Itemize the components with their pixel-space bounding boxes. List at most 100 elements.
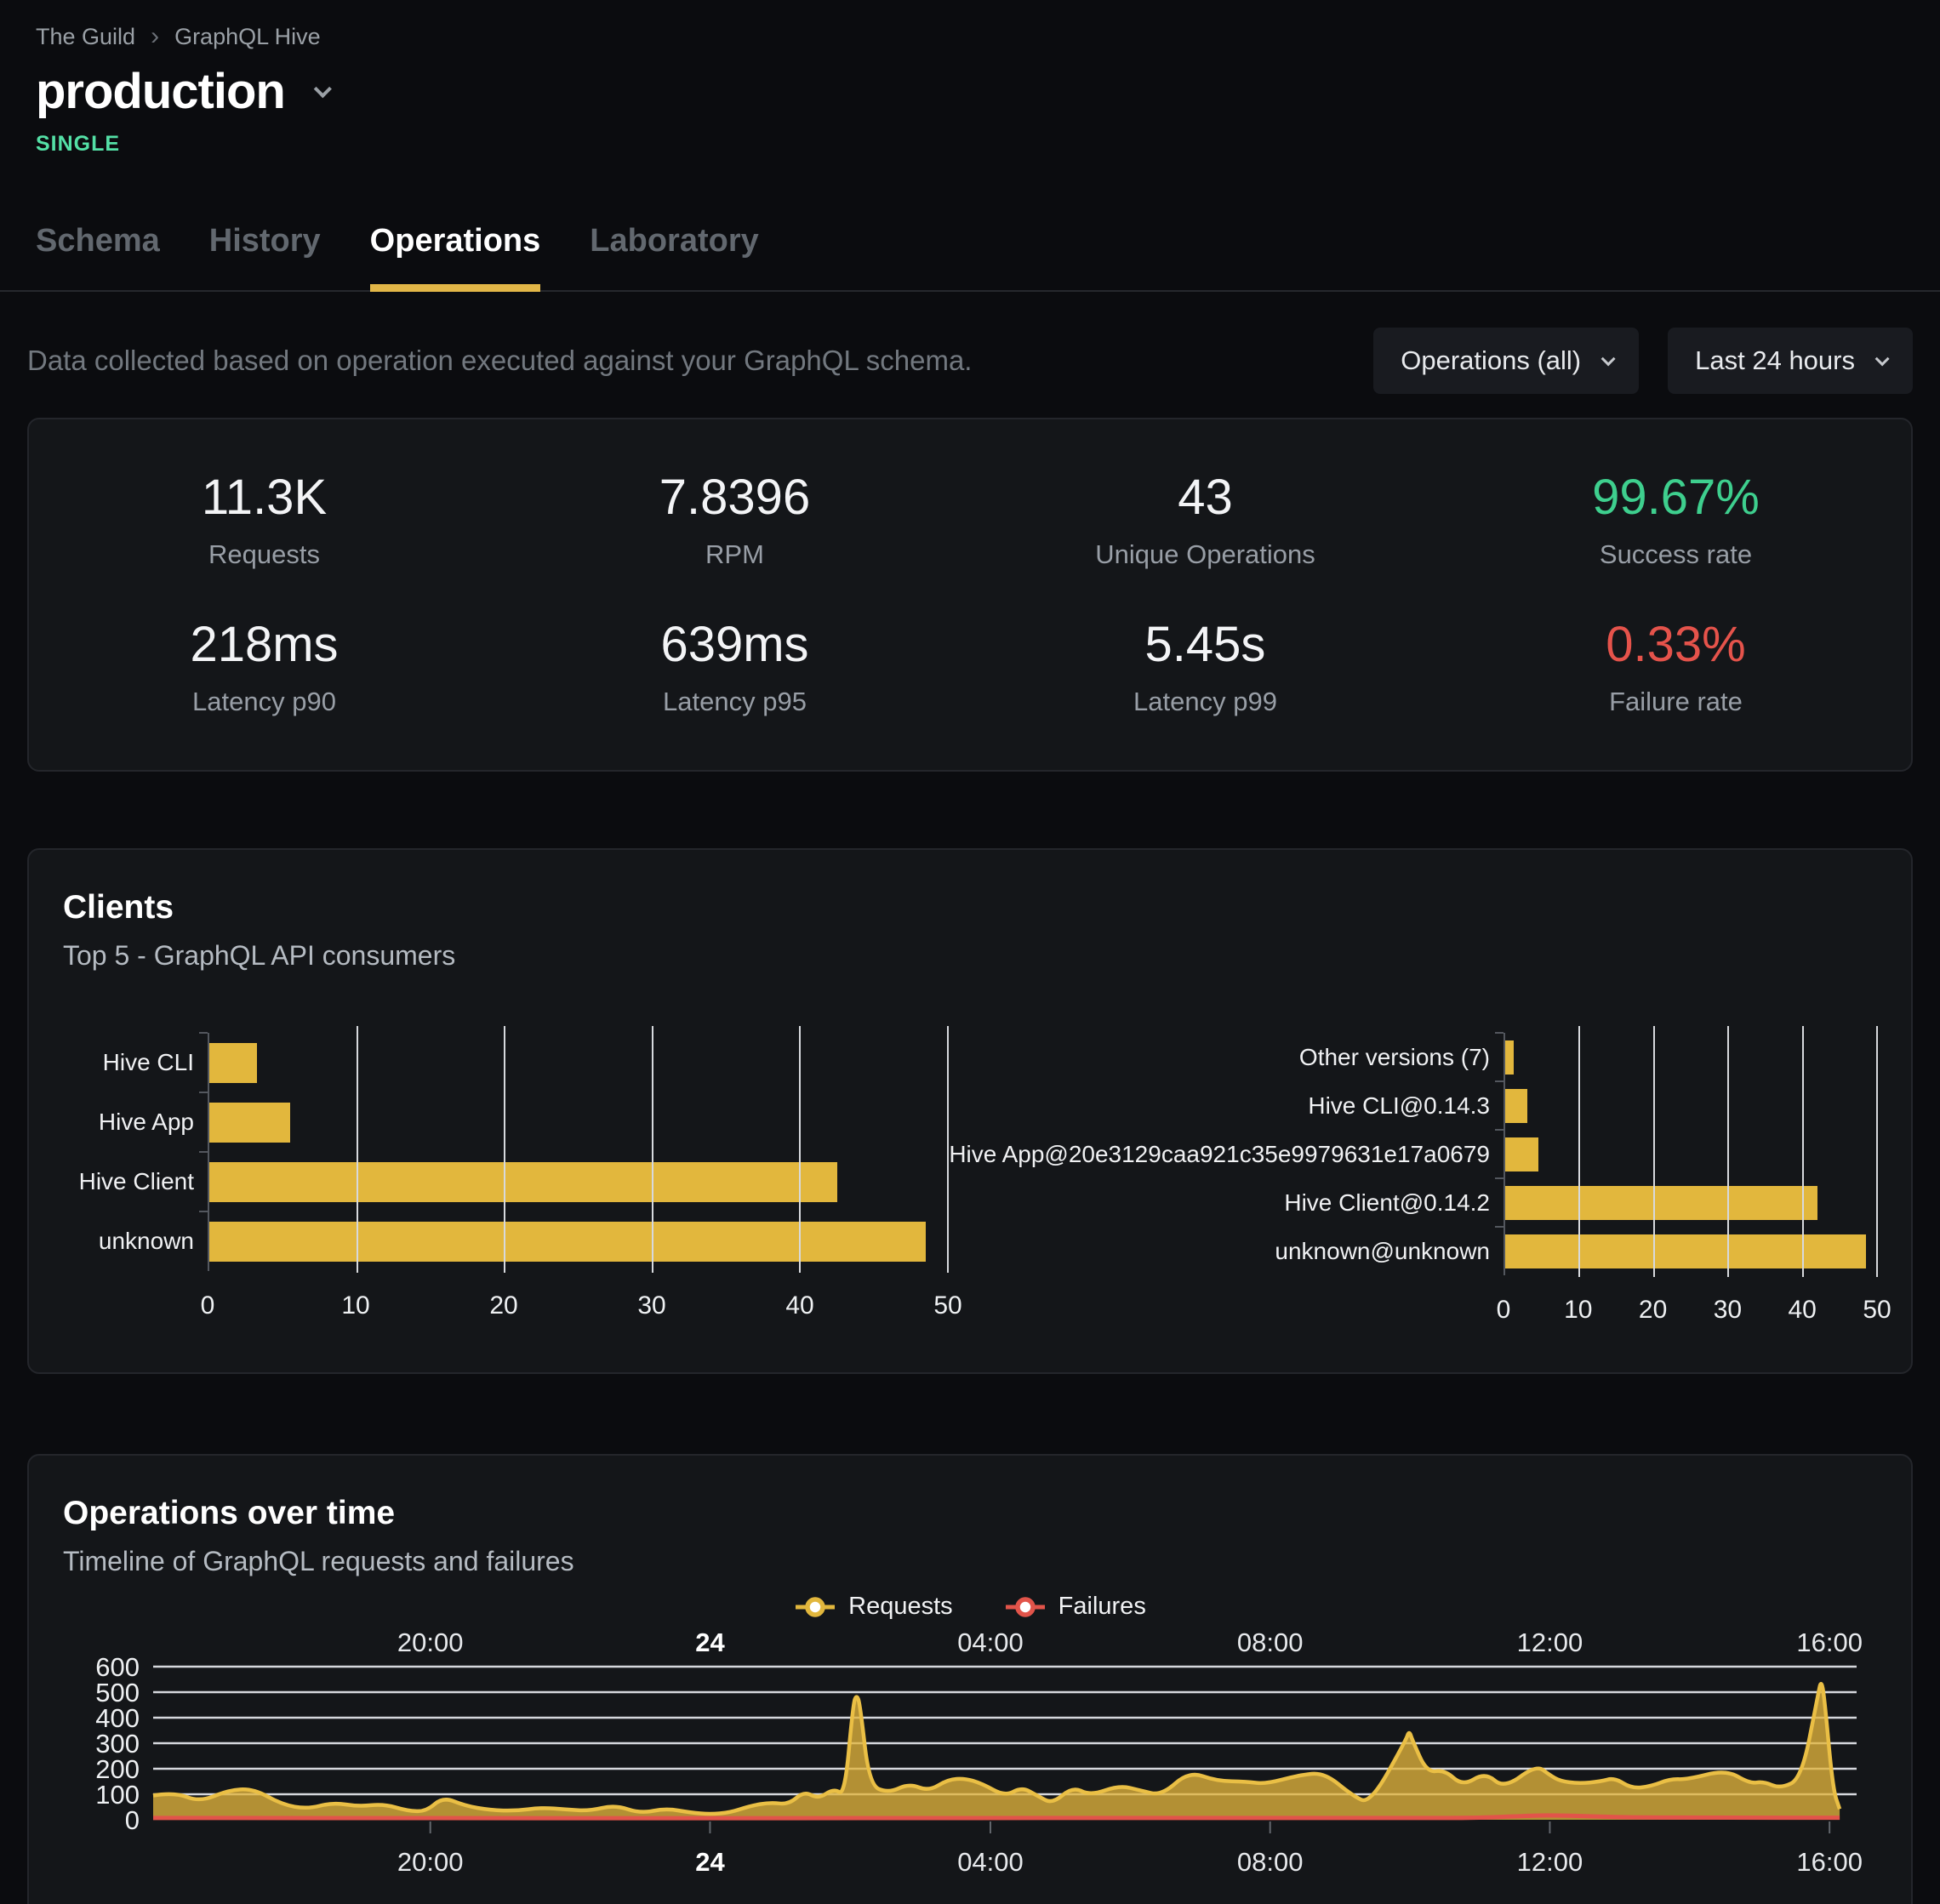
- tab-history[interactable]: History: [209, 223, 321, 290]
- bar-category-label: Hive App: [63, 1092, 194, 1152]
- gridline: [1802, 1026, 1804, 1277]
- clients-subtitle: Top 5 - GraphQL API consumers: [63, 940, 1877, 972]
- gridline: [1727, 1026, 1729, 1277]
- period-filter-dropdown[interactable]: Last 24 hours: [1668, 328, 1913, 394]
- axis-tick-label: 20: [489, 1291, 517, 1320]
- gridline: [504, 1026, 505, 1273]
- breadcrumb-separator-icon: ›: [151, 22, 159, 51]
- axis-tick-label: 10: [341, 1291, 369, 1320]
- x-axis-tick-label: 20:00: [397, 1628, 464, 1657]
- x-axis-tick-label: 08:00: [1237, 1847, 1304, 1877]
- requests-area: [153, 1684, 1840, 1820]
- requests-marker-icon: [794, 1595, 836, 1619]
- gridline: [1876, 1026, 1878, 1277]
- bar-category-label: unknown: [63, 1211, 194, 1271]
- axis-tick: [1495, 1032, 1504, 1034]
- legend-item-failures[interactable]: Failures: [1004, 1593, 1146, 1621]
- x-axis-tick-label: 16:00: [1796, 1847, 1863, 1877]
- breadcrumb-project-link[interactable]: GraphQL Hive: [174, 24, 321, 50]
- tab-bar: Schema History Operations Laboratory: [0, 223, 1940, 292]
- y-axis-tick-label: 200: [95, 1754, 140, 1784]
- axis-tick: [199, 1151, 208, 1153]
- legend-item-requests[interactable]: Requests: [794, 1593, 953, 1621]
- bar[interactable]: [209, 1103, 290, 1143]
- operations-over-time-subtitle: Timeline of GraphQL requests and failure…: [63, 1546, 1877, 1577]
- stat-latency-p99: 5.45s Latency p99: [970, 616, 1441, 717]
- x-axis-tick-label: 12:00: [1517, 1847, 1583, 1877]
- x-axis-tick-label: 04:00: [957, 1847, 1024, 1877]
- axis-tick-label: 10: [1564, 1296, 1592, 1325]
- bar[interactable]: [1505, 1040, 1514, 1075]
- bar[interactable]: [1505, 1089, 1527, 1123]
- axis-tick: [199, 1092, 208, 1093]
- y-axis-tick-label: 0: [125, 1805, 140, 1835]
- y-axis-tick-label: 600: [95, 1652, 140, 1682]
- bar-category-label: Other versions (7): [965, 1033, 1490, 1081]
- axis-tick: [1495, 1177, 1504, 1179]
- y-axis-tick-label: 500: [95, 1678, 140, 1707]
- clients-card: Clients Top 5 - GraphQL API consumers Hi…: [27, 848, 1913, 1374]
- breadcrumb-org-link[interactable]: The Guild: [36, 24, 135, 50]
- collection-description: Data collected based on operation execut…: [27, 345, 972, 377]
- gridline: [1578, 1026, 1580, 1277]
- axis-tick: [199, 1032, 208, 1034]
- y-axis-tick-label: 100: [95, 1780, 140, 1810]
- axis-tick-label: 40: [785, 1291, 813, 1320]
- operations-over-time-title: Operations over time: [63, 1495, 1877, 1532]
- failures-marker-icon: [1004, 1595, 1047, 1619]
- x-axis-tick-label: 24: [695, 1628, 725, 1657]
- gridline: [357, 1026, 358, 1273]
- timeline-legend: Requests Failures: [63, 1593, 1877, 1621]
- y-axis-tick-label: 400: [95, 1703, 140, 1733]
- tab-operations[interactable]: Operations: [370, 223, 541, 290]
- bar-category-label: Hive Client: [63, 1152, 194, 1211]
- gridline: [1653, 1026, 1655, 1277]
- gridline: [652, 1026, 653, 1273]
- stats-summary-card: 11.3K Requests 7.8396 RPM 43 Unique Oper…: [27, 418, 1913, 772]
- axis-tick-label: 0: [201, 1291, 215, 1320]
- breadcrumb: The Guild › GraphQL Hive: [0, 0, 1940, 51]
- axis-tick-label: 30: [637, 1291, 665, 1320]
- chevron-down-icon: [1601, 351, 1616, 366]
- gridline: [947, 1026, 949, 1273]
- stat-success-rate: 99.67% Success rate: [1441, 469, 1911, 570]
- stat-requests: 11.3K Requests: [29, 469, 499, 570]
- tab-laboratory[interactable]: Laboratory: [590, 223, 758, 290]
- chevron-down-icon[interactable]: [314, 80, 332, 98]
- bar-category-label: Hive CLI: [63, 1033, 194, 1092]
- bar[interactable]: [209, 1222, 926, 1262]
- target-type-badge: SINGLE: [0, 120, 1940, 157]
- axis-tick: [1495, 1080, 1504, 1082]
- axis-tick: [199, 1211, 208, 1212]
- tab-schema[interactable]: Schema: [36, 223, 160, 290]
- bar[interactable]: [209, 1162, 837, 1202]
- axis-tick-label: 40: [1789, 1296, 1817, 1325]
- stat-latency-p95: 639ms Latency p95: [499, 616, 970, 717]
- bar[interactable]: [209, 1043, 257, 1083]
- operations-over-time-card: Operations over time Timeline of GraphQL…: [27, 1454, 1913, 1904]
- period-filter-value: Last 24 hours: [1695, 345, 1855, 376]
- operations-filter-value: Operations (all): [1401, 345, 1581, 376]
- x-axis-tick-label: 12:00: [1517, 1628, 1583, 1657]
- page-header: The Guild › GraphQL Hive production SING…: [0, 0, 1940, 292]
- axis-tick: [1495, 1129, 1504, 1131]
- stat-rpm: 7.8396 RPM: [499, 469, 970, 570]
- clients-title: Clients: [63, 889, 1877, 926]
- bar-category-label: Hive Client@0.14.2: [965, 1178, 1490, 1227]
- bar[interactable]: [1505, 1186, 1817, 1220]
- chevron-down-icon: [1875, 351, 1890, 366]
- axis-tick-label: 0: [1497, 1296, 1511, 1325]
- bar[interactable]: [1505, 1137, 1538, 1171]
- x-axis-tick-label: 24: [695, 1847, 725, 1877]
- clients-by-version-chart: Other versions (7)Hive CLI@0.14.3Hive Ap…: [965, 1033, 1877, 1325]
- bar-category-label: Hive App@20e3129caa921c35e9979631e17a067…: [965, 1130, 1490, 1178]
- axis-tick-label: 50: [933, 1291, 961, 1320]
- operations-toolbar: Data collected based on operation execut…: [27, 328, 1913, 394]
- y-axis-tick-label: 300: [95, 1729, 140, 1759]
- stat-unique-operations: 43 Unique Operations: [970, 469, 1441, 570]
- operations-filter-dropdown[interactable]: Operations (all): [1373, 328, 1639, 394]
- axis-tick-label: 20: [1639, 1296, 1667, 1325]
- bar[interactable]: [1505, 1234, 1866, 1268]
- axis-tick-label: 30: [1714, 1296, 1742, 1325]
- gridline: [799, 1026, 801, 1273]
